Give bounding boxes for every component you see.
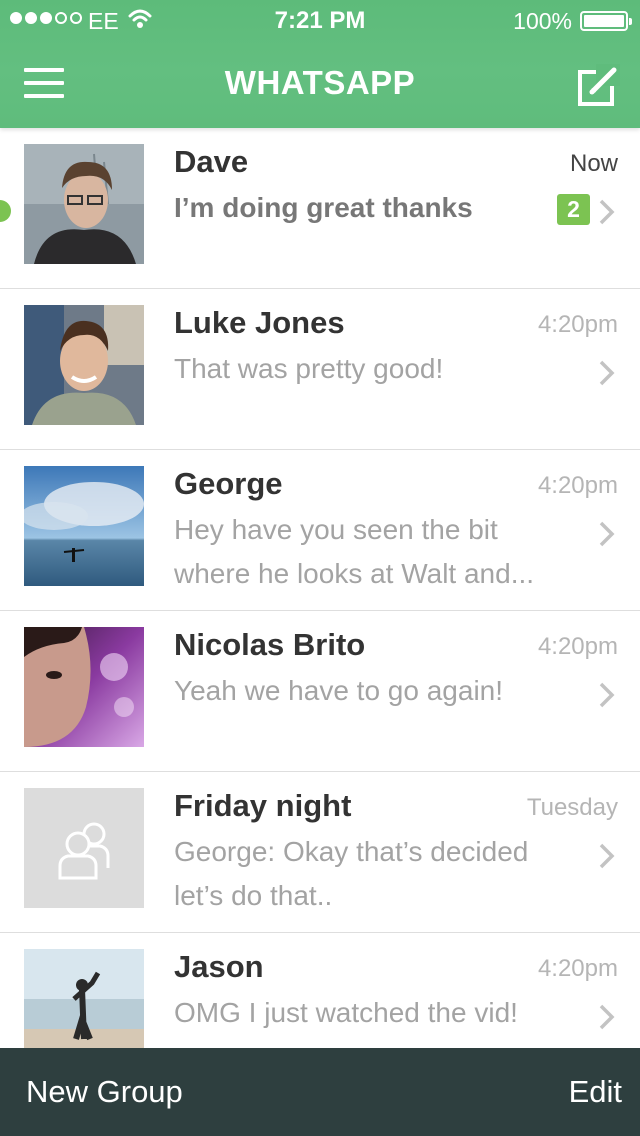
avatar xyxy=(24,144,144,264)
bottom-toolbar: New Group Edit xyxy=(0,1048,640,1136)
contact-name: Dave xyxy=(174,144,249,179)
new-group-button[interactable]: New Group xyxy=(26,1074,183,1110)
chat-row-friday-night[interactable]: Friday night Tuesday George: Okay that’s… xyxy=(0,772,640,933)
chat-list[interactable]: Dave Now I’m doing great thanks 2 Luke J… xyxy=(0,128,640,1048)
battery-percent: 100% xyxy=(513,8,572,34)
avatar xyxy=(24,949,144,1048)
chevron-right-icon[interactable] xyxy=(598,198,616,226)
contact-name: Luke Jones xyxy=(174,305,345,340)
message-time: 4:20pm xyxy=(537,311,618,338)
chat-row-george[interactable]: George 4:20pm Hey have you seen the bit … xyxy=(0,450,640,611)
contact-name: George xyxy=(174,466,283,501)
message-preview: Hey have you seen the bit where he looks… xyxy=(174,514,535,589)
message-time: 4:20pm xyxy=(537,955,618,982)
chat-row-dave[interactable]: Dave Now I’m doing great thanks 2 xyxy=(0,128,640,289)
battery-icon xyxy=(580,11,632,31)
status-bar: EE 7:21 PM 100% xyxy=(0,0,640,40)
unread-indicator-dot xyxy=(0,200,11,222)
chevron-right-icon[interactable] xyxy=(598,1003,616,1031)
chevron-right-icon[interactable] xyxy=(598,359,616,387)
unread-count-badge: 2 xyxy=(557,194,590,225)
contact-name: Jason xyxy=(174,949,264,984)
page-title: WHATSAPP xyxy=(224,64,416,101)
chevron-right-icon[interactable] xyxy=(598,842,616,870)
avatar xyxy=(24,466,144,586)
message-preview: OMG I just watched the vid! xyxy=(174,997,518,1028)
message-preview: I’m doing great thanks xyxy=(174,192,473,223)
avatar xyxy=(24,305,144,425)
contact-name: Friday night xyxy=(174,788,352,823)
message-preview: Yeah we have to go again! xyxy=(174,675,504,706)
chat-row-luke-jones[interactable]: Luke Jones 4:20pm That was pretty good! xyxy=(0,289,640,450)
chat-row-jason[interactable]: Jason 4:20pm OMG I just watched the vid! xyxy=(0,933,640,1048)
chevron-right-icon[interactable] xyxy=(598,681,616,709)
message-preview: George: Okay that’s decided let’s do tha… xyxy=(174,836,529,911)
app-header: EE 7:21 PM 100% WHATSAPP xyxy=(0,0,640,128)
edit-button[interactable]: Edit xyxy=(569,1074,622,1110)
compose-icon[interactable] xyxy=(576,64,620,108)
contact-name: Nicolas Brito xyxy=(174,627,366,662)
message-time: Now xyxy=(569,150,618,177)
message-time: 4:20pm xyxy=(537,633,618,660)
message-time: Tuesday xyxy=(526,794,618,821)
message-preview: That was pretty good! xyxy=(174,353,444,384)
chevron-right-icon[interactable] xyxy=(598,520,616,548)
message-time: 4:20pm xyxy=(537,472,618,499)
chat-row-nicolas-brito[interactable]: Nicolas Brito 4:20pm Yeah we have to go … xyxy=(0,611,640,772)
avatar xyxy=(24,627,144,747)
group-placeholder-icon xyxy=(24,788,144,908)
